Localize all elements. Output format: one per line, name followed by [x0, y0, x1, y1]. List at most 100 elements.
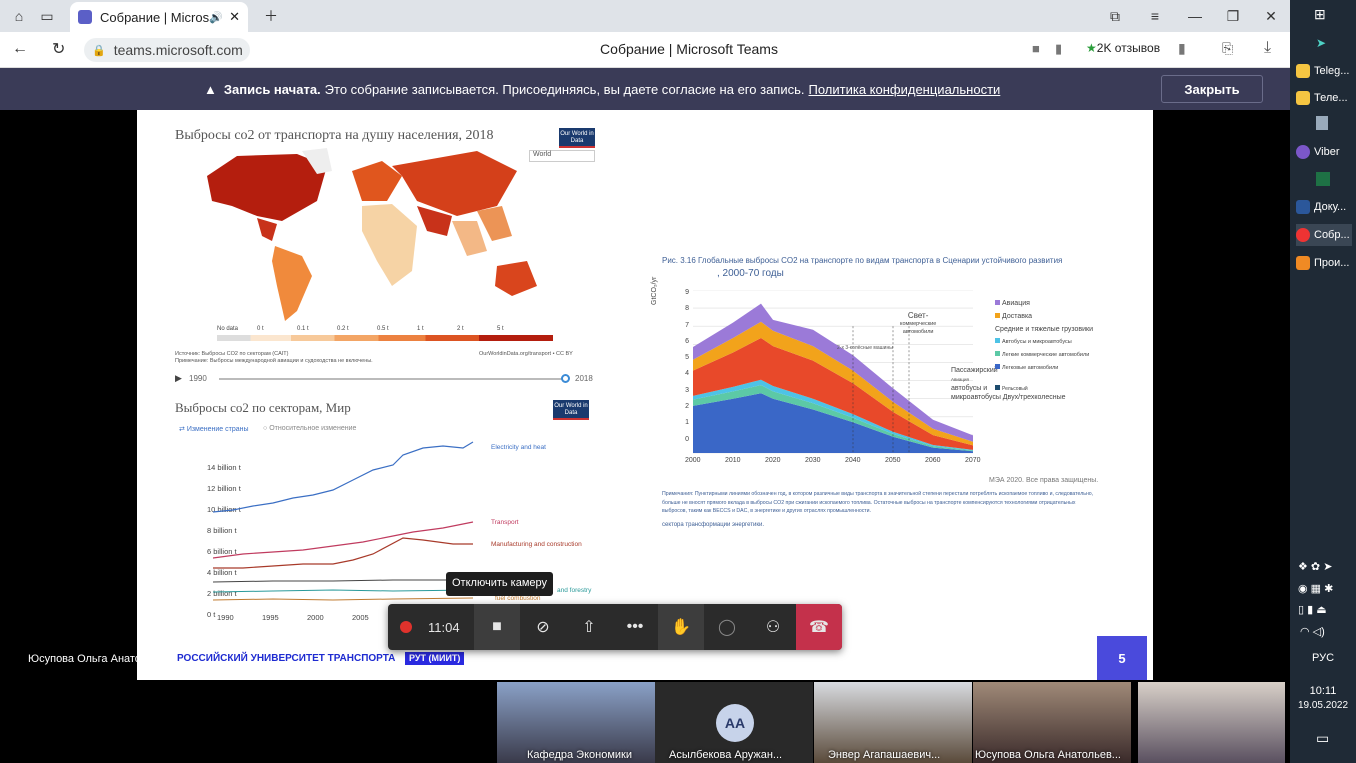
- banner-bold: Запись начата.: [223, 82, 321, 97]
- url-text: teams.microsoft.com: [113, 42, 243, 58]
- map-source: Источник: Выбросы CO2 по секторам (CAIT): [175, 351, 289, 357]
- menu-icon[interactable]: ≡: [1142, 4, 1168, 28]
- iea-x-tick: 2030: [805, 457, 821, 464]
- chat-icon: ◯: [718, 619, 736, 636]
- taskbar-item-telegram[interactable]: Teleg...: [1296, 60, 1352, 82]
- iea-y-tick: 8: [685, 305, 689, 313]
- legend-cars-label: Легковые автомобили: [1002, 365, 1059, 371]
- restore-icon[interactable]: ❐: [1220, 4, 1246, 28]
- close-window-icon[interactable]: ✕: [1258, 4, 1284, 28]
- timeline-handle[interactable]: [561, 374, 570, 383]
- video-camera-icon: ■: [492, 618, 502, 635]
- folder-icon: [1296, 64, 1310, 78]
- taskbar-item-player[interactable]: Прои...: [1296, 252, 1352, 274]
- viber-icon: [1296, 145, 1310, 159]
- tab-country-change[interactable]: ⇄ Изменение страны: [179, 425, 249, 433]
- taskbar-item-browser[interactable]: Собр...: [1296, 224, 1352, 246]
- self-video-tile[interactable]: [1138, 682, 1285, 763]
- annot-two-wheel: 2-х 3-колёсные машины: [837, 345, 893, 351]
- tab-teams[interactable]: Собрание | Microsof 🔊 ✕: [70, 2, 248, 32]
- timer-text: 11:04: [428, 619, 460, 635]
- tray-icons[interactable]: ❖ ✿ ➤: [1298, 560, 1332, 573]
- telegram-icon[interactable]: ➤: [1316, 36, 1326, 50]
- participant-tile[interactable]: Юсупова Ольга Анатольев...: [973, 682, 1131, 763]
- player-icon: [1296, 256, 1310, 270]
- participant-gallery: Кафедра Экономики АА Асылбекова Аружан..…: [0, 682, 1290, 763]
- reload-icon[interactable]: ↻: [52, 39, 65, 59]
- camera-icon[interactable]: ■: [1032, 41, 1040, 56]
- annot-light-3: автомобили: [902, 329, 934, 335]
- iea-x-tick: 2050: [885, 457, 901, 464]
- minimize-icon[interactable]: —: [1182, 4, 1208, 28]
- tray-icons-2[interactable]: ◉ ▦ ✱: [1298, 582, 1333, 595]
- iea-rights: МЭА 2020. Все права защищены.: [989, 477, 1099, 484]
- address-bar[interactable]: 🔒 teams.microsoft.com: [84, 38, 250, 62]
- annot-light-1: Свет-: [907, 311, 929, 320]
- speaker-icon[interactable]: 🔊: [209, 11, 223, 24]
- banner-text: Это собрание записывается. Присоединяясь…: [324, 82, 805, 97]
- leave-call-button[interactable]: ☎: [796, 604, 842, 650]
- participants-button[interactable]: ⚇: [750, 604, 796, 650]
- more-actions-button[interactable]: •••: [612, 604, 658, 650]
- map-credit: OurWorldinData.org/transport • CC BY: [479, 351, 573, 357]
- notifications-icon[interactable]: ▭: [1316, 730, 1329, 747]
- tray-icons-3[interactable]: ▯ ▮ ⏏: [1298, 603, 1327, 616]
- iea-x-tick: 2060: [925, 457, 941, 464]
- legend-label: 0.1 t: [297, 326, 309, 332]
- legend-label: 1 t: [417, 326, 424, 332]
- yandex-icon: [1296, 228, 1310, 242]
- label-fuel: fuel combustion: [495, 595, 541, 602]
- bookmark-icon[interactable]: ▮: [1178, 40, 1186, 57]
- hang-up-icon: ☎: [809, 619, 829, 636]
- close-tab-icon[interactable]: ✕: [229, 9, 240, 25]
- network-volume-icons[interactable]: ◠ ◁): [1300, 625, 1325, 638]
- more-icon: •••: [626, 618, 644, 635]
- iea-legend: Авиация Доставка Средние и тяжелые грузо…: [995, 297, 1093, 396]
- excel-icon[interactable]: [1316, 172, 1330, 186]
- raise-hand-button[interactable]: ✋: [658, 604, 704, 650]
- taskbar-label: Viber: [1314, 146, 1340, 158]
- collections-icon[interactable]: ⧉: [1102, 4, 1128, 28]
- taskbar-item-telegram-2[interactable]: Теле...: [1296, 87, 1352, 109]
- taskbar-item-word[interactable]: Доку...: [1296, 196, 1352, 218]
- windows-start-icon[interactable]: ⊞: [1314, 6, 1326, 23]
- participant-tile[interactable]: Энвер Агапашаевич...: [814, 682, 972, 763]
- language-indicator[interactable]: РУС: [1290, 652, 1356, 664]
- legend-trucks: Средние и тяжелые грузовики: [995, 323, 1093, 336]
- camera-toggle-button[interactable]: ■: [474, 604, 520, 650]
- x-tick: 2000: [307, 613, 324, 622]
- play-icon[interactable]: ▶: [175, 373, 182, 384]
- download-icon[interactable]: ⤓: [1264, 39, 1271, 57]
- browser-tab-strip: ⌂ ▭ Собрание | Microsof 🔊 ✕ ＋ ⧉ ≡ — ❐ ✕: [0, 0, 1290, 32]
- clock-date[interactable]: 19.05.2022: [1290, 700, 1356, 711]
- owid-logo-2: Our World in Data: [553, 400, 589, 420]
- reviews-badge[interactable]: ★2K отзывов: [1086, 41, 1160, 55]
- back-icon[interactable]: ←: [12, 40, 28, 58]
- participant-tile[interactable]: АА Асылбекова Аружан...: [655, 682, 813, 763]
- participant-tile[interactable]: Кафедра Экономики: [497, 682, 655, 763]
- new-tab-button[interactable]: ＋: [258, 4, 284, 28]
- mute-button[interactable]: ⊘: [520, 604, 566, 650]
- mic-icon[interactable]: ▮: [1055, 41, 1062, 57]
- taskbar-item-viber[interactable]: Viber: [1296, 141, 1352, 163]
- legend-lcv-label: Легкие коммерческие автомобили: [1002, 352, 1090, 358]
- recording-timer: 11:04: [388, 604, 474, 650]
- avatar: АА: [716, 704, 754, 742]
- windows-taskbar: ⊞ ➤ Teleg... Теле... Viber Доку... Собр.…: [1290, 0, 1356, 763]
- legend-cars: Легковые автомобили: [995, 362, 1093, 375]
- timeline-slider[interactable]: [219, 378, 567, 380]
- legend-aviation-label: Авиация: [1002, 300, 1030, 307]
- chat-button[interactable]: ◯: [704, 604, 750, 650]
- legend-label: 0 t: [257, 326, 264, 332]
- share-icon[interactable]: ⎘: [1222, 40, 1233, 57]
- page-title: Собрание | Microsoft Teams: [600, 41, 778, 57]
- close-banner-button[interactable]: Закрыть: [1161, 75, 1263, 103]
- document-icon[interactable]: [1316, 116, 1328, 130]
- share-screen-button[interactable]: ⇧: [566, 604, 612, 650]
- tab-relative-change[interactable]: ○ Относительное изменение: [263, 425, 356, 432]
- clock-time[interactable]: 10:11: [1290, 685, 1356, 697]
- sector-chart-title: Выбросы co2 по секторам, Мир: [175, 400, 351, 415]
- privacy-link[interactable]: Политика конфиденциальности: [809, 82, 1001, 97]
- workspaces-icon[interactable]: ⌂: [6, 4, 32, 28]
- tab-actions-icon[interactable]: ▭: [34, 4, 60, 28]
